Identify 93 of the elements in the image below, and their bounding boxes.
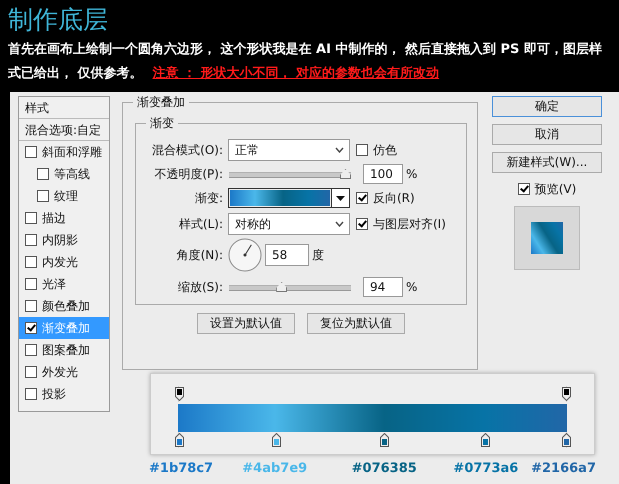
number-field[interactable]: 58 (265, 244, 309, 266)
select-value: 对称的 (235, 216, 271, 233)
color-stop[interactable] (272, 433, 281, 447)
checkbox[interactable] (25, 344, 37, 356)
number-field[interactable]: 94 (363, 277, 403, 297)
style-list-item[interactable]: 外发光 (19, 361, 109, 383)
unit-label: % (406, 279, 418, 296)
slider-thumb[interactable] (340, 169, 351, 179)
gradient-picker[interactable] (228, 188, 350, 208)
caret-icon (336, 196, 345, 200)
unit-label: 度 (312, 247, 324, 264)
dialog-button[interactable]: 新建样式(W)... (492, 152, 602, 173)
style-list-item[interactable]: 内阴影 (19, 229, 109, 251)
checkbox[interactable] (25, 212, 37, 224)
checkbox-label: 预览(V) (534, 181, 576, 198)
color-hex-label: #0773a6 (453, 460, 518, 478)
style-list-item[interactable]: 斜面和浮雕 (19, 141, 109, 163)
style-label: 等高线 (54, 167, 90, 181)
field-label: 混合模式(O): (151, 142, 224, 159)
checkbox[interactable] (25, 388, 37, 400)
checkbox[interactable] (518, 183, 530, 195)
style-label: 内发光 (42, 255, 78, 269)
field-label: 渐变: (194, 190, 224, 207)
opacity-stop[interactable] (175, 387, 184, 401)
checkbox[interactable] (25, 366, 37, 378)
style-label: 颜色叠加 (42, 299, 90, 313)
select-value: 正常 (235, 142, 259, 159)
angle-dial[interactable] (228, 238, 262, 272)
chevron-icon (335, 147, 344, 153)
color-hex-label: #4ab7e9 (242, 460, 308, 478)
color-stop[interactable] (175, 433, 184, 447)
style-label: 描边 (42, 211, 66, 225)
chevron-icon (335, 221, 344, 227)
checkbox[interactable] (25, 234, 37, 246)
style-label: 光泽 (42, 277, 66, 291)
preview-swatch (531, 222, 563, 254)
reset-button[interactable]: 设置为默认值 (197, 313, 295, 334)
blend-mode-select[interactable]: 正常 (228, 139, 350, 161)
page-title: 制作底层 (8, 4, 109, 36)
style-label: 纹理 (54, 189, 78, 203)
style-list-item[interactable]: 图案叠加 (19, 339, 109, 361)
checkbox[interactable] (25, 300, 37, 312)
checkbox[interactable] (37, 168, 49, 180)
style-list-item[interactable]: 内发光 (19, 251, 109, 273)
style-label: 渐变叠加 (42, 321, 90, 335)
checkbox[interactable] (25, 278, 37, 290)
color-hex-label: #1b78c7 (149, 460, 214, 478)
warning-note: 注意 ： 形状大小不同， 对应的参数也会有所改动 (152, 66, 440, 81)
slider-thumb[interactable] (276, 282, 288, 292)
intro-text: 首先在画布上绘制一个圆角六边形， 这个形状我是在 AI 中制作的， 然后直接拖入到 PS 即可，图层样式已给出， 仅供参考。 注意 ： 形状大小不同， 对应的参数也会有所改动 (8, 40, 603, 83)
style-list-item[interactable]: 投影 (19, 383, 109, 405)
checkbox[interactable] (356, 192, 368, 204)
style-list-item[interactable]: 等高线 (19, 163, 109, 185)
field-label: 角度(N): (176, 247, 224, 264)
style-label: 投影 (42, 387, 66, 401)
styles-heading: 样式 (19, 97, 109, 119)
group-title: 渐变 (146, 115, 178, 131)
style-list-item[interactable]: 纹理 (19, 185, 109, 207)
style-label: 外发光 (42, 365, 78, 379)
checkbox-label: 与图层对齐(I) (373, 216, 446, 233)
style-list-item[interactable]: 颜色叠加 (19, 295, 109, 317)
field-label: 缩放(S): (176, 279, 224, 296)
checkbox-label: 仿色 (373, 142, 397, 159)
unit-label: % (406, 166, 418, 183)
style-label: 斜面和浮雕 (42, 145, 102, 159)
number-field[interactable]: 100 (363, 164, 403, 184)
dialog-button[interactable]: 取消 (492, 124, 602, 145)
checkbox[interactable] (37, 190, 49, 202)
gradient-swatch[interactable] (230, 190, 330, 206)
style-list-item[interactable]: 描边 (19, 207, 109, 229)
checkbox-label: 反向(R) (373, 190, 415, 207)
checkbox[interactable] (25, 146, 37, 158)
style-select[interactable]: 对称的 (228, 213, 350, 235)
color-hex-label: #076385 (352, 460, 417, 478)
checkbox[interactable] (356, 144, 368, 156)
checkbox[interactable] (25, 322, 37, 334)
style-label: 图案叠加 (42, 343, 90, 357)
dialog-button[interactable]: 确定 (492, 96, 602, 117)
style-label: 内阴影 (42, 233, 78, 247)
style-list-item[interactable]: 光泽 (19, 273, 109, 295)
checkbox[interactable] (356, 218, 368, 230)
color-stop[interactable] (380, 433, 390, 447)
blend-options-item[interactable]: 混合选项:自定 (19, 119, 109, 141)
checkbox[interactable] (25, 256, 37, 268)
field-label: 不透明度(P): (153, 166, 224, 183)
section-title: 渐变叠加 (133, 94, 189, 110)
dropdown-button[interactable] (331, 189, 349, 207)
opacity-stop[interactable] (562, 387, 571, 401)
color-stop[interactable] (562, 433, 571, 447)
field-label: 样式(L): (178, 216, 224, 233)
reset-button[interactable]: 复位为默认值 (307, 313, 405, 334)
color-stop[interactable] (480, 433, 490, 447)
color-hex-label: #2166a7 (531, 460, 596, 478)
